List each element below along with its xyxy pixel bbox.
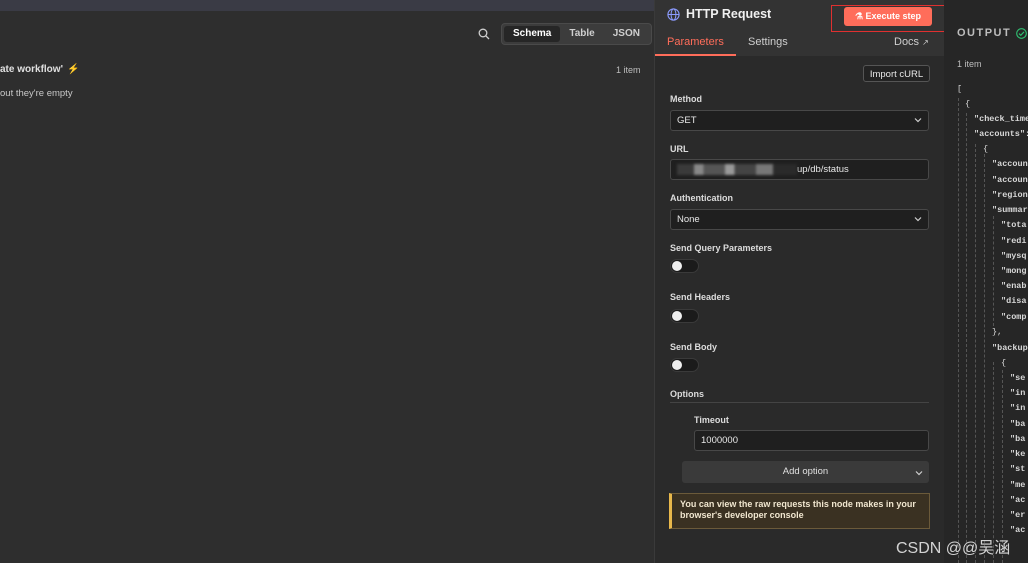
empty-message: out they're empty — [0, 88, 73, 99]
json-line: "mong — [1001, 266, 1027, 276]
node-parameters-panel: HTTP Request ⚗ Execute step Parameters S… — [654, 0, 948, 563]
authentication-label: Authentication — [670, 193, 733, 203]
output-item-count: 1 item — [957, 59, 982, 69]
send-body-toggle[interactable] — [670, 358, 699, 372]
json-line: "ac — [1010, 495, 1026, 505]
json-line: "redi — [1001, 236, 1027, 246]
chevron-down-icon — [915, 471, 923, 476]
json-line: "enab — [1001, 281, 1027, 291]
toggle-knob — [672, 311, 682, 321]
json-line: { — [983, 144, 989, 154]
bolt-icon: ⚡ — [66, 64, 80, 75]
json-line: "ba — [1010, 434, 1026, 444]
json-line: "in — [1010, 403, 1026, 413]
json-line: "accoun — [992, 175, 1028, 185]
json-guide — [975, 144, 976, 563]
success-check-icon — [1016, 28, 1027, 39]
watermark: CSDN @@吴涵 — [896, 540, 1011, 557]
active-tab-indicator — [655, 54, 736, 56]
json-line: { — [1001, 358, 1007, 368]
input-pane — [0, 11, 654, 563]
json-line: }, — [992, 327, 1003, 337]
json-line: "check_time — [974, 114, 1028, 124]
tab-settings[interactable]: Settings — [748, 36, 788, 48]
json-guide — [966, 113, 967, 563]
workflow-trigger-text: ate workflow' ⚡ — [0, 64, 80, 75]
output-pane: OUTPUT 1 item [ { "check_time "accounts"… — [944, 0, 1028, 563]
json-line: "mysq — [1001, 251, 1027, 261]
redacted-url-part — [677, 163, 797, 175]
timeout-input[interactable]: 1000000 — [694, 430, 929, 451]
node-title: HTTP Request — [686, 7, 772, 21]
method-label: Method — [670, 94, 702, 104]
add-option-button[interactable]: Add option — [682, 461, 929, 483]
json-line: "st — [1010, 464, 1026, 474]
input-item-count: 1 item — [616, 65, 641, 75]
timeout-label: Timeout — [694, 415, 729, 425]
json-line: "me — [1010, 480, 1026, 490]
options-divider — [670, 402, 929, 403]
authentication-select[interactable]: None — [670, 209, 929, 230]
view-switcher: Schema Table JSON — [501, 23, 652, 45]
output-title: OUTPUT — [957, 27, 1012, 39]
json-guide — [993, 362, 994, 563]
send-body-label: Send Body — [670, 342, 718, 352]
json-line: "comp — [1001, 312, 1027, 322]
import-curl-button[interactable]: Import cURL — [863, 65, 930, 82]
external-link-icon: ↗ — [922, 38, 929, 47]
json-guide — [993, 216, 994, 326]
json-line: "ke — [1010, 449, 1026, 459]
json-line: "er — [1010, 510, 1026, 520]
options-label: Options — [670, 389, 704, 399]
json-guide — [984, 154, 985, 563]
highlight-box — [831, 5, 948, 32]
json-line: "disa — [1001, 296, 1027, 306]
send-headers-toggle[interactable] — [670, 309, 699, 323]
tab-parameters[interactable]: Parameters — [667, 36, 724, 48]
json-line: "accoun — [992, 159, 1028, 169]
json-line: "se — [1010, 373, 1026, 383]
json-line: "tota — [1001, 220, 1027, 230]
toggle-knob — [672, 360, 682, 370]
developer-console-notice: You can view the raw requests this node … — [669, 493, 930, 529]
view-json-button[interactable]: JSON — [604, 26, 649, 42]
json-line: "accounts": — [974, 129, 1028, 139]
url-input[interactable]: up/db/status — [670, 159, 929, 180]
url-label: URL — [670, 144, 689, 154]
json-guide — [958, 98, 959, 563]
view-schema-button[interactable]: Schema — [504, 26, 561, 42]
send-query-toggle[interactable] — [670, 259, 699, 273]
send-query-label: Send Query Parameters — [670, 243, 773, 253]
method-select[interactable]: GET — [670, 110, 929, 131]
send-headers-label: Send Headers — [670, 292, 731, 302]
chevron-down-icon — [914, 217, 922, 222]
view-table-button[interactable]: Table — [560, 26, 603, 42]
json-line: "ac — [1010, 525, 1026, 535]
json-line: "ba — [1010, 419, 1026, 429]
chevron-down-icon — [914, 118, 922, 123]
json-line: "summar — [992, 205, 1028, 215]
docs-link[interactable]: Docs ↗ — [894, 36, 929, 48]
globe-icon — [667, 8, 680, 21]
json-line: [ — [957, 84, 963, 94]
json-line: { — [965, 99, 971, 109]
search-icon[interactable] — [478, 28, 490, 40]
json-line: "in — [1010, 388, 1026, 398]
json-line: "region — [992, 190, 1028, 200]
toggle-knob — [672, 261, 682, 271]
json-line: "backup — [992, 343, 1028, 353]
